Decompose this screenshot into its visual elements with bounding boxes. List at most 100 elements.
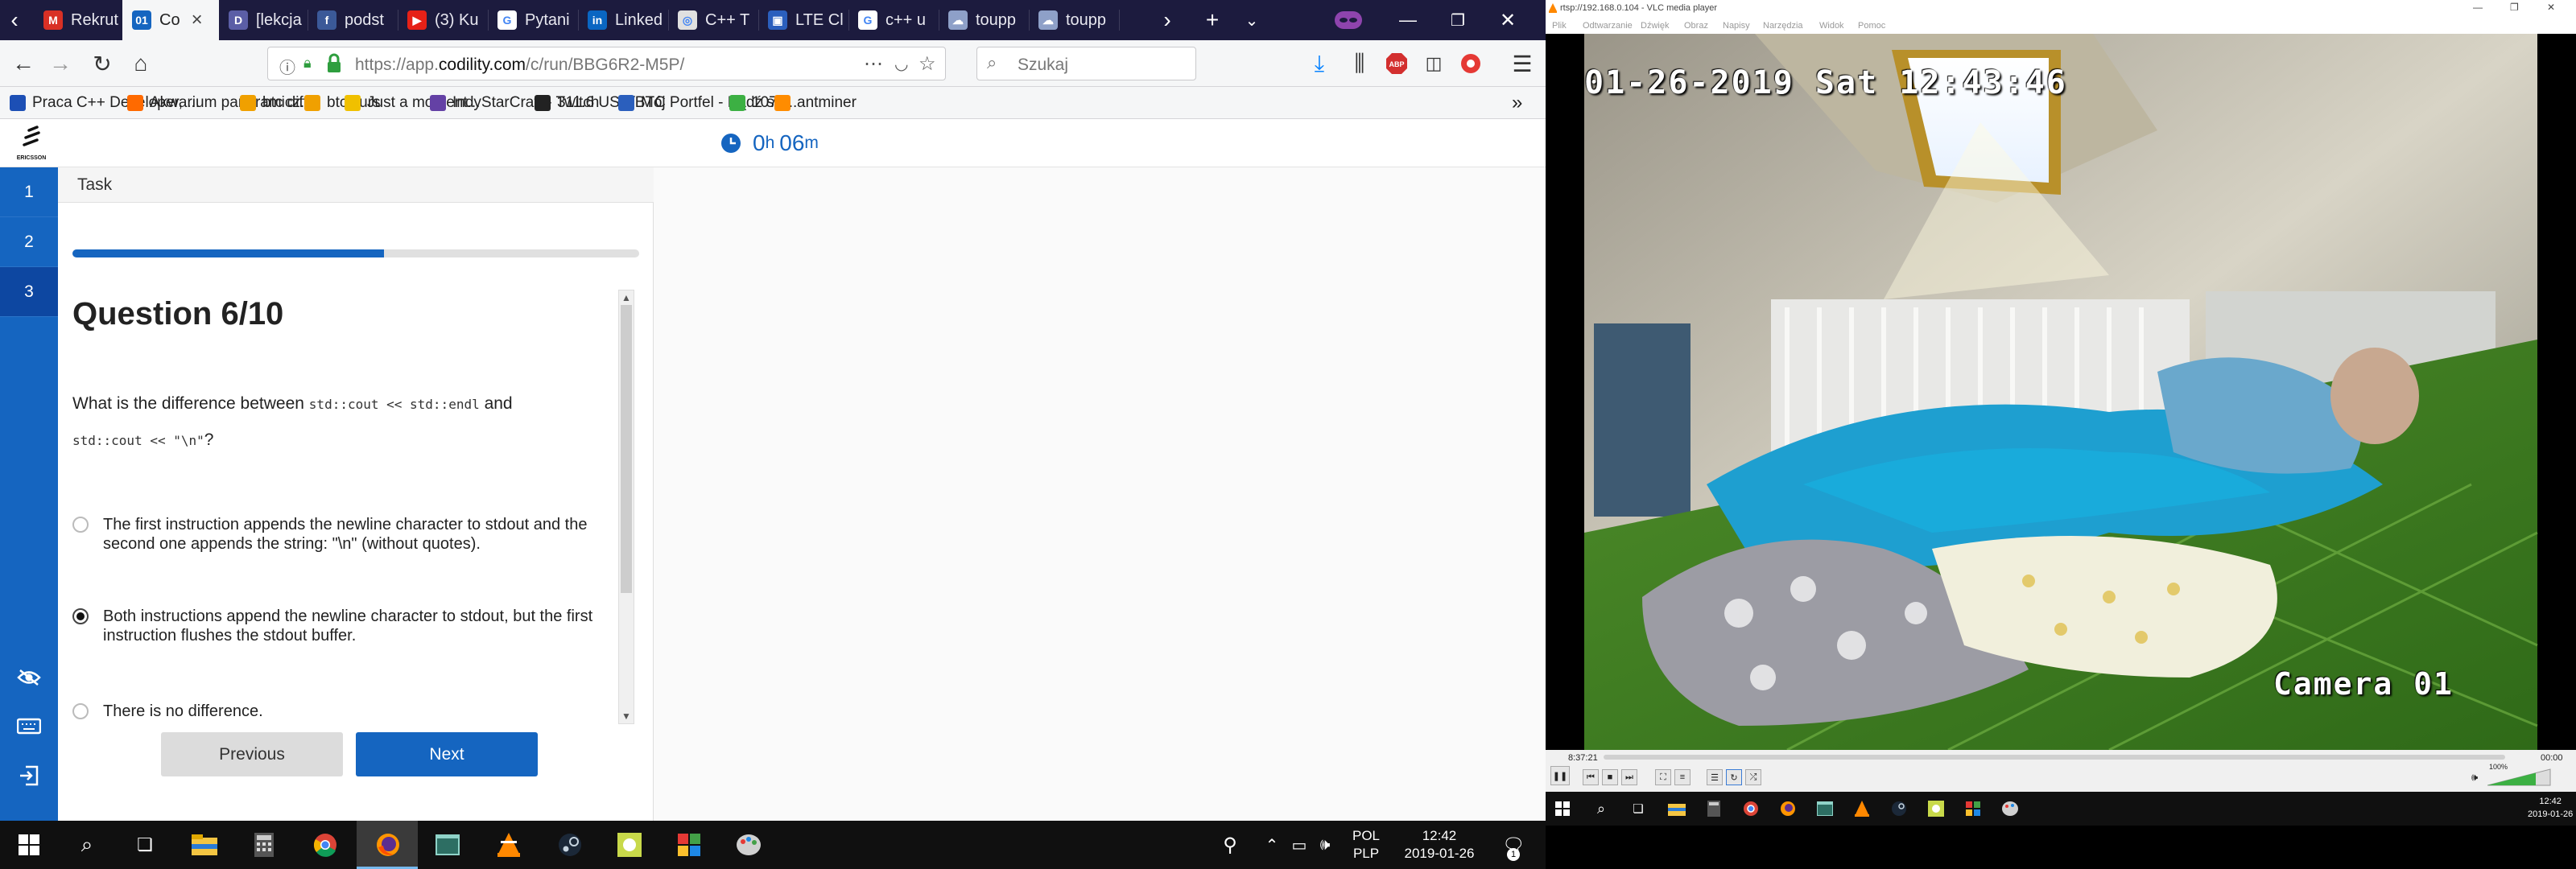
bookmark-item[interactable]: btc diff (240, 92, 308, 114)
chrome-icon[interactable] (309, 829, 341, 861)
code-editor-area[interactable] (654, 167, 1546, 821)
chrome-icon[interactable] (1740, 798, 1761, 819)
next-button[interactable]: Next (356, 732, 538, 776)
browser-tab[interactable]: Gc++ u (848, 0, 939, 40)
adblock-icon[interactable]: ABP (1381, 48, 1412, 79)
info-icon[interactable]: ⓘ (279, 55, 295, 78)
scroll-down-arrow-icon[interactable]: ▼ (621, 710, 632, 722)
vlc-menu-item[interactable]: Dźwięk (1641, 21, 1669, 31)
browser-tab[interactable]: ☁ toupp (939, 0, 1029, 40)
windows-start-icon[interactable] (13, 829, 45, 861)
minimize-button[interactable]: — (1386, 0, 1430, 40)
answer-option[interactable]: Both instructions append the newline cha… (72, 607, 620, 645)
volume-icon[interactable]: 🕪︎ (1309, 829, 1341, 861)
radio-button[interactable] (72, 517, 89, 533)
calculator-icon[interactable] (248, 829, 280, 861)
vlc-restore-button[interactable]: ❐ (2510, 2, 2519, 13)
url-bar[interactable]: ⓘ 🔒︎ https://app.codility.com/c/run/BBG6… (267, 47, 946, 80)
tiles-app-icon[interactable] (1963, 798, 1984, 819)
bookmarks-overflow-icon[interactable]: » (1512, 92, 1522, 114)
firefox-icon[interactable] (372, 829, 404, 861)
tiles-app-icon[interactable] (673, 829, 705, 861)
puzzle-app-icon[interactable] (613, 829, 646, 861)
downloads-icon[interactable]: ⤓ (1304, 48, 1335, 79)
vlc-stop-icon[interactable]: ■ (1602, 769, 1618, 785)
browser-tab[interactable]: f podst (308, 0, 398, 40)
language-indicator[interactable]: POL PLP (1352, 827, 1380, 863)
pocket-icon[interactable]: ◡ (894, 54, 908, 74)
radio-button[interactable] (72, 703, 89, 719)
question-scrollbar[interactable]: ▲ ▼ (618, 290, 634, 724)
vlc-close-button[interactable]: ✕ (2547, 2, 2555, 13)
keyboard-icon[interactable] (14, 711, 43, 740)
vlc-previous-icon[interactable]: ⏮︎ (1583, 769, 1599, 785)
vlc-icon[interactable] (493, 829, 525, 861)
vlc-mute-icon[interactable]: 🕪︎ (2471, 771, 2478, 784)
vlc-menu-item[interactable]: Widok (1819, 21, 1844, 31)
new-tab-button[interactable]: + (1196, 0, 1228, 40)
vlc-menu-item[interactable]: Odtwarzanie (1583, 21, 1633, 31)
page-actions-icon[interactable]: ⋯ (864, 52, 883, 76)
right-system-clock[interactable]: 12:42 2019-01-26 (2528, 795, 2573, 821)
file-explorer-icon[interactable] (188, 829, 221, 861)
vlc-fullscreen-icon[interactable]: ⛶ (1655, 769, 1671, 785)
back-button[interactable]: ← (8, 48, 39, 79)
vlc-menu-item[interactable]: Obraz (1684, 21, 1708, 31)
search-bar[interactable]: ⌕ Szukaj (976, 47, 1196, 80)
list-all-tabs-button[interactable]: ⌄ (1236, 0, 1268, 40)
reload-button[interactable]: ↻ (87, 48, 118, 79)
menu-hamburger-icon[interactable]: ☰ (1507, 48, 1538, 79)
windows-start-icon[interactable] (1552, 798, 1573, 819)
vlc-pause-icon[interactable]: ❚❚ (1550, 766, 1570, 785)
browser-tab[interactable]: ◎ C++ T (668, 0, 758, 40)
task-view-icon[interactable]: ❏ (129, 829, 161, 861)
vlc-menu-item[interactable]: Pomoc (1858, 21, 1885, 31)
extension-red-icon[interactable] (1455, 48, 1486, 79)
library-icon[interactable]: ⫼ (1344, 48, 1375, 79)
task-tab[interactable]: Task (58, 167, 654, 203)
exit-icon[interactable] (14, 761, 43, 790)
browser-tab[interactable]: ▶ (3) Ku (398, 0, 488, 40)
system-clock[interactable]: 12:42 2019-01-26 (1399, 827, 1480, 863)
vlc-icon[interactable] (1852, 798, 1872, 819)
radio-button-selected[interactable] (72, 608, 89, 624)
answer-option[interactable]: The first instruction appends the newlin… (72, 515, 620, 554)
previous-button[interactable]: Previous (161, 732, 343, 776)
steam-icon[interactable] (1889, 798, 1909, 819)
vlc-minimize-button[interactable]: — (2473, 2, 2483, 13)
question-nav-item[interactable]: 3 (0, 267, 58, 317)
eye-icon[interactable] (14, 663, 43, 692)
browser-tab[interactable]: D [lekcja (219, 0, 308, 40)
scroll-up-arrow-icon[interactable]: ▲ (621, 292, 632, 303)
close-tab-icon[interactable]: × (192, 9, 203, 31)
vlc-menu-item[interactable]: Napisy (1723, 21, 1750, 31)
vlc-volume-slider[interactable]: 100% (2487, 763, 2552, 791)
vlc-seek-bar[interactable] (1604, 755, 2505, 760)
browser-tab[interactable]: ▣ LTE Cl (758, 0, 848, 40)
browser-tab[interactable]: G Pytani (488, 0, 578, 40)
puzzle-app-icon[interactable] (1926, 798, 1946, 819)
home-button[interactable]: ⌂ (126, 48, 156, 79)
vlc-playlist-icon[interactable]: ☰ (1707, 769, 1723, 785)
browser-tab[interactable]: in Linked (578, 0, 668, 40)
vlc-loop-icon[interactable]: ↻ (1726, 769, 1742, 785)
browser-tab[interactable]: 01 Co × (122, 0, 219, 40)
firefox-icon[interactable] (1777, 798, 1798, 819)
close-window-button[interactable]: ✕ (1486, 0, 1530, 40)
tab-scroll-right-button[interactable]: › (1151, 0, 1183, 40)
vlc-menu-item[interactable]: Plik (1552, 21, 1567, 31)
app-window-icon[interactable] (1814, 798, 1835, 819)
vlc-next-icon[interactable]: ⏭︎ (1621, 769, 1637, 785)
search-icon[interactable]: ⌕ (1591, 798, 1612, 819)
vlc-random-icon[interactable]: ⤮ (1745, 769, 1761, 785)
browser-tab[interactable]: ☁ toupp (1029, 0, 1119, 40)
browser-tab[interactable]: M Rekrut (34, 0, 122, 40)
scrollbar-thumb[interactable] (621, 305, 632, 593)
people-icon[interactable]: ⚲ (1214, 829, 1246, 861)
forward-button[interactable]: → (45, 48, 76, 79)
bookmark-star-icon[interactable]: ☆ (919, 52, 936, 76)
vlc-menu-item[interactable]: Narzędzia (1763, 21, 1803, 31)
answer-option[interactable]: There is no difference. (72, 702, 620, 721)
calculator-icon[interactable] (1703, 798, 1724, 819)
paint-app-icon[interactable] (733, 829, 765, 861)
